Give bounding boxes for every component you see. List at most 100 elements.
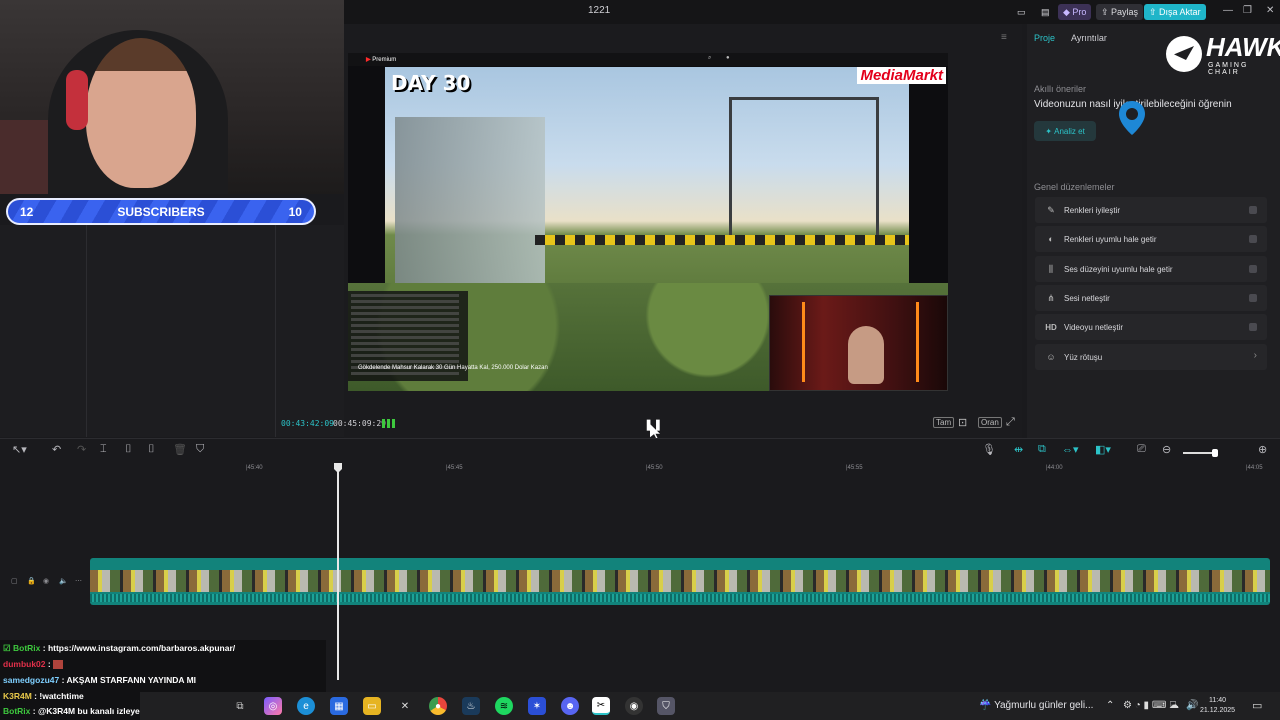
yt-premium: Premium [372,57,397,63]
current-time: 00:43:42:09 [281,419,334,428]
chat-message: https://www.instagram.com/barbaros.akpun… [47,643,236,653]
pro-button[interactable]: ◆ Pro [1058,4,1092,20]
track-thumbnail-icon[interactable]: ▢ [11,577,18,585]
restore-icon[interactable]: ❐ [1243,5,1252,16]
option-label: Yüz rötuşu [1064,352,1103,362]
option-toggle[interactable] [1249,235,1257,243]
battlenet-icon[interactable]: ✶ [528,697,546,715]
video-clip[interactable] [90,558,1270,605]
fullscreen-label-button[interactable]: Tam [933,417,955,428]
zoom-out-icon[interactable]: ⊖ [1162,443,1171,456]
location-pin-icon [1119,101,1145,135]
weather-widget[interactable]: ☔ Yağmurlu günler geli... [979,700,1093,711]
option-enhance-colors[interactable]: ✎ Renkleri iyileştir [1035,197,1267,223]
export-label: Dışa Aktar [1159,7,1201,17]
minimize-icon[interactable]: — [1223,5,1233,16]
share-label: Paylaş [1111,7,1139,17]
volume-icon[interactable]: 🔈 [59,577,68,585]
playhead-handle[interactable] [334,463,342,473]
menu-icon[interactable]: ≡ [1001,32,1007,43]
hawk-emblem-icon [1166,36,1202,72]
speaker-icon[interactable]: 🔊 [1186,700,1198,711]
clock-date: 21.12.2025 [1200,707,1236,714]
subscribers-goal: 10 [288,204,302,219]
tray-up-icon[interactable]: ⌃ [1106,700,1114,711]
store-icon[interactable]: ▦ [330,697,348,715]
chat-sep: : [45,659,54,669]
shield-icon[interactable]: ⛉ [196,443,204,456]
folder-icon[interactable]: ▭ [363,697,381,715]
eye-icon[interactable]: ◉ [43,577,49,585]
option-denoise-audio[interactable]: ⋔ Sesi netleştir [1035,285,1267,311]
analyze-button[interactable]: ✦ Analiz et [1034,121,1096,141]
steam-icon[interactable]: ♨ [462,697,480,715]
option-match-colors[interactable]: ◐ Renkleri uyumlu hale getir [1035,226,1267,252]
option-label: Renkleri uyumlu hale getir [1064,234,1157,244]
hd-icon: HD [1045,322,1057,332]
option-normalize-audio[interactable]: ⫼ Ses düzeyini uyumlu hale getir [1035,256,1267,282]
copilot-icon[interactable]: ◎ [264,697,282,715]
option-toggle[interactable] [1249,265,1257,273]
delete-icon[interactable]: 🗑 [173,443,187,456]
media-panel [0,225,275,437]
export-button[interactable]: ⇧ Dışa Aktar [1144,4,1206,20]
video-preview[interactable]: ▶ Premium ⌕ ● DAY 30 MediaMarkt Gökdelen… [348,53,948,391]
panel-icon[interactable]: ▤ [1036,4,1055,20]
zoom-in-icon[interactable]: ⊕ [1258,443,1267,456]
undo-icon[interactable]: ↶ [52,443,61,456]
zoom-slider-handle[interactable] [1212,449,1218,457]
share-button[interactable]: ⇪ Paylaş [1096,4,1144,20]
clip-thumbnails [90,570,1270,592]
option-face-retouch[interactable]: ☺ Yüz rötuşu › [1035,344,1267,370]
edge-icon[interactable]: e [297,697,315,715]
lock-icon[interactable]: 🔒 [27,577,36,585]
share-icon: ⇪ [1101,6,1112,17]
video-caption: Gökdelende Mahsur Kalarak 30 Gün Hayatta… [358,365,548,371]
ratio-button[interactable]: Oran [978,417,1002,428]
chrome-icon[interactable]: ● [429,697,447,715]
chat-user: BotRix [12,643,41,653]
layout-icon[interactable]: ▭ [1012,4,1031,20]
media-panel-side [275,225,345,437]
spotify-icon[interactable]: ≋ [495,697,513,715]
split-icon[interactable]: ⌶ [100,443,107,456]
taskbar-clock[interactable]: 11:40 21.12.2025 [1200,696,1235,716]
palette-icon: ◐ [1048,234,1054,244]
preview-axis-icon[interactable]: ◧▾ [1095,443,1111,456]
option-toggle[interactable] [1249,323,1257,331]
smart-suggestions-title: Akıllı öneriler [1034,84,1087,94]
trim-right-icon[interactable]: ⌷ [148,443,155,456]
chevron-right-icon: › [1253,350,1257,361]
crop-icon[interactable]: ⊡ [958,416,967,429]
link-icon[interactable]: ⇹ [1014,443,1023,456]
notification-icon[interactable]: ▭ [1252,699,1262,712]
redo-icon[interactable]: ↷ [77,443,86,456]
hawk-logo: HAWK GAMING CHAIR [1166,32,1280,76]
chat-line: dumbuk02 : [3,659,64,670]
tab-project[interactable]: Proje [1034,33,1055,43]
task-view-icon[interactable]: ⧉ [231,697,249,715]
bot-badge-icon: ☑ [3,643,13,653]
xbox-icon[interactable]: ✕ [396,697,414,715]
audio-meter-icon [382,419,396,428]
discord-icon[interactable]: ☻ [561,697,579,715]
more-icon[interactable]: ⋯ [75,577,82,585]
capcut-icon[interactable]: ✂ [592,697,610,715]
close-icon[interactable]: ✕ [1266,5,1274,16]
option-toggle[interactable] [1249,206,1257,214]
obs-icon[interactable]: ◉ [625,697,643,715]
magnet-icon[interactable]: ⧉ [1038,443,1046,456]
microphone-icon[interactable]: 🎙 [982,443,996,456]
subscribers-goal-bar: 12 SUBSCRIBERS 10 [6,198,316,225]
tab-details[interactable]: Ayrıntılar [1071,33,1107,43]
app-icon[interactable]: ⛉ [657,697,675,715]
network-icon[interactable]: ⌸ [1170,700,1176,711]
option-sharpen-video[interactable]: HD Videoyu netleştir [1035,314,1267,340]
caption-icon[interactable]: ⎚ [1137,443,1146,456]
trim-left-icon[interactable]: ⌷ [125,443,132,456]
snap-icon[interactable]: ⇔▾ [1062,443,1079,456]
option-toggle[interactable] [1249,294,1257,302]
select-tool-icon[interactable]: ↖▾ [12,443,27,456]
expand-icon[interactable]: ⤢ [1006,416,1015,429]
playhead[interactable] [337,463,339,680]
